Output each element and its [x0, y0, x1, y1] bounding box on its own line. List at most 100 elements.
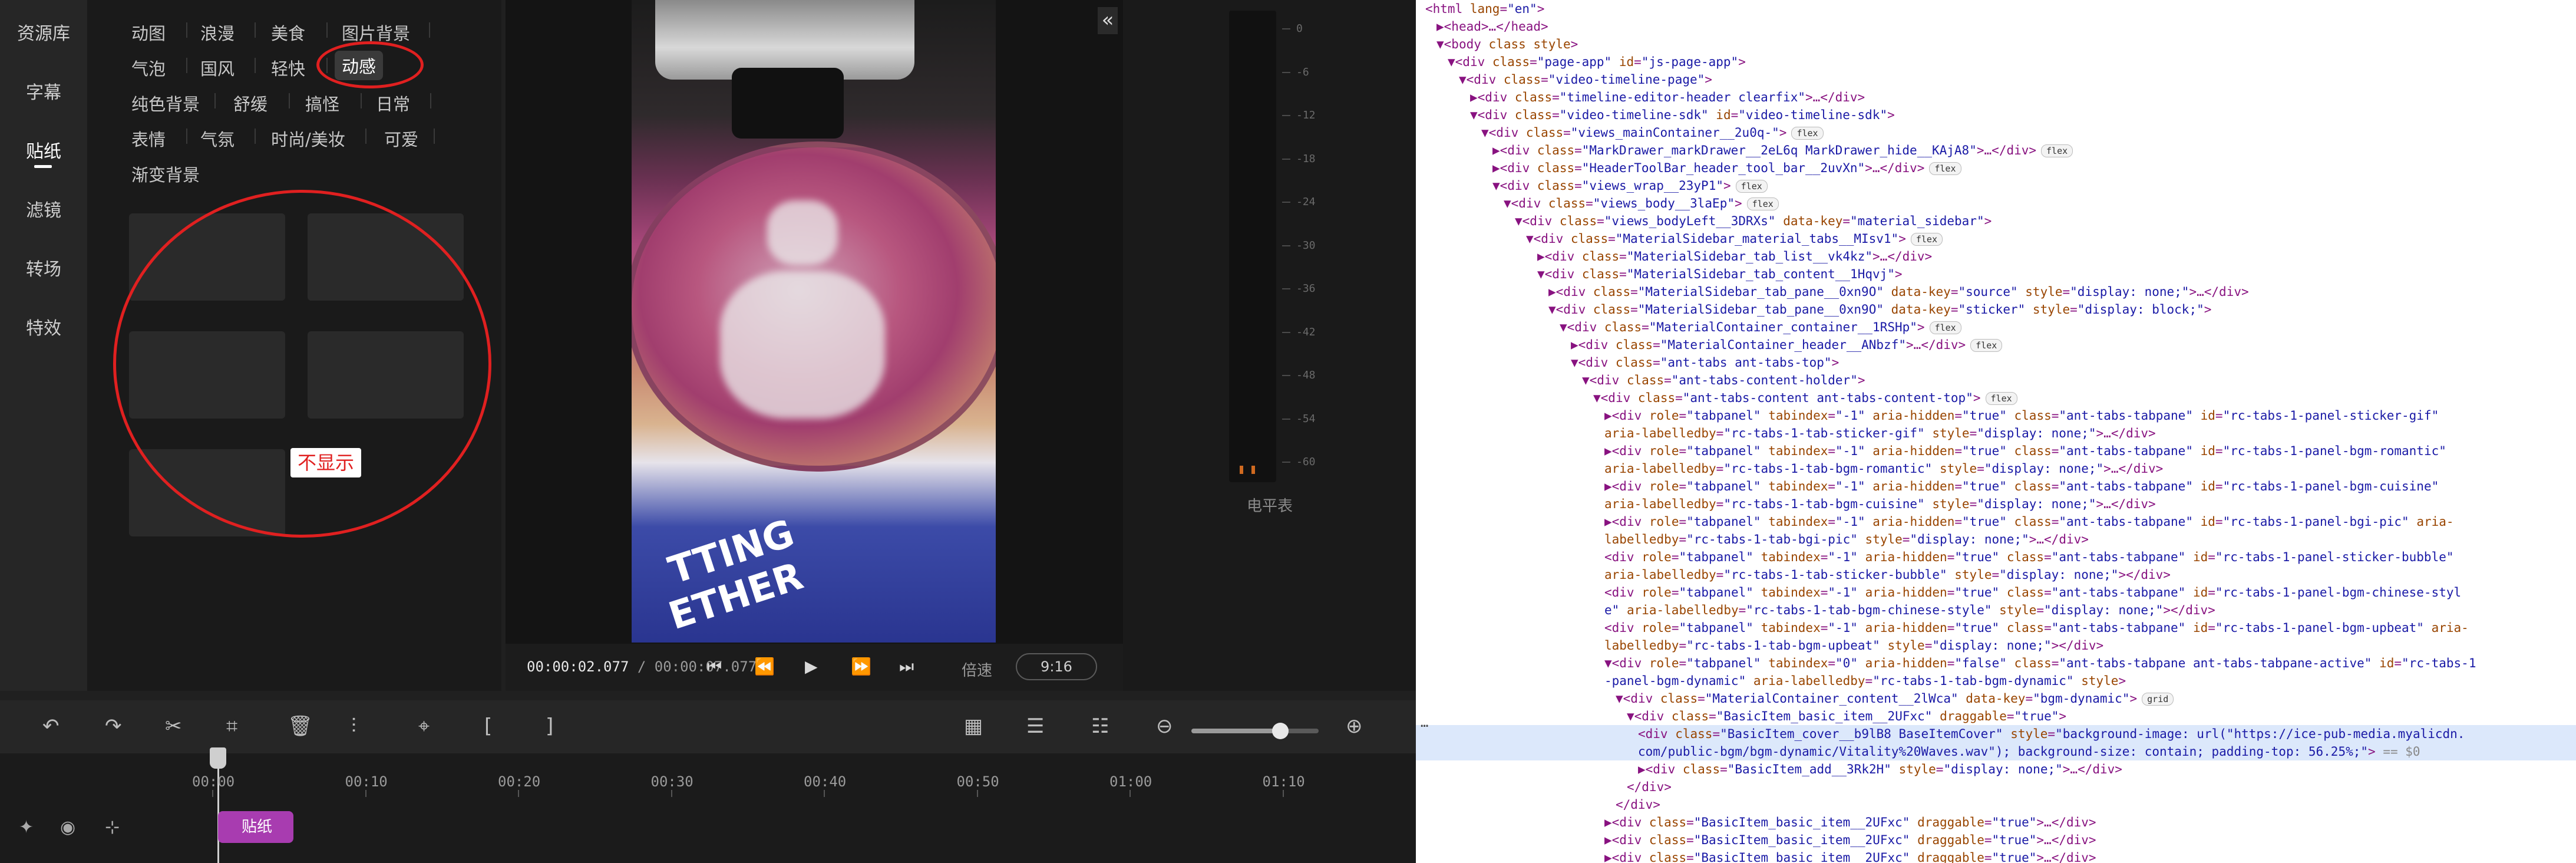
skip-start-icon[interactable]: ⏮ [707, 657, 722, 677]
dom-node[interactable]: ▼<div class="views_bodyLeft__3DRXs" data… [1416, 212, 2576, 230]
category-solid-bg[interactable]: 纯色背景 [131, 91, 200, 116]
category-gradient-bg[interactable]: 渐变背景 [131, 162, 200, 186]
dom-node[interactable]: ▼<body class style> [1416, 35, 2576, 53]
nav-item-filter[interactable]: 滤镜 [0, 196, 87, 222]
timeline[interactable] [0, 753, 1416, 863]
nav-item-sticker[interactable]: 贴纸 [0, 137, 87, 163]
dom-node[interactable]: ▼<div class="views_body__3laEp"> flex [1416, 195, 2576, 212]
dom-node[interactable]: ▶<div class="BasicItem_basic_item__2UFxc… [1416, 849, 2576, 863]
category-upbeat[interactable]: 轻快 [271, 55, 305, 80]
list-view-icon[interactable]: ☰ [1026, 714, 1044, 738]
in-point-icon[interactable]: [ [484, 714, 492, 738]
dom-node[interactable]: ▶<div class="timeline-editor-header clea… [1416, 88, 2576, 106]
category-cute[interactable]: 可爱 [384, 126, 418, 151]
dom-node[interactable]: <div role="tabpanel" tabindex="-1" aria-… [1416, 619, 2576, 637]
sticker-clip[interactable]: 贴纸 [218, 811, 293, 843]
category-atmosphere[interactable]: 气氛 [200, 126, 235, 151]
video-frame[interactable]: TTING ETHER [632, 0, 996, 643]
skip-end-icon[interactable]: ⏭ [899, 657, 914, 677]
dom-node[interactable]: ▶<div role="tabpanel" tabindex="-1" aria… [1416, 442, 2576, 460]
dom-node[interactable]: aria-labelledby="rc-tabs-1-tab-sticker-g… [1416, 424, 2576, 442]
dom-node[interactable]: ▶<div role="tabpanel" tabindex="-1" aria… [1416, 477, 2576, 495]
dom-node[interactable]: ▼<div class="views_wrap__23yP1"> flex [1416, 177, 2576, 195]
dom-node[interactable]: <div role="tabpanel" tabindex="-1" aria-… [1416, 548, 2576, 566]
dom-node[interactable]: ▼<div class="views_mainContainer__2u0q-"… [1416, 124, 2576, 141]
category-bubble[interactable]: 气泡 [131, 55, 166, 80]
cut-icon[interactable]: ✂ [165, 714, 182, 738]
out-point-icon[interactable]: ] [546, 714, 553, 738]
dom-node[interactable]: </div> [1416, 796, 2576, 813]
category-cuisine[interactable]: 美食 [271, 20, 305, 45]
dom-node[interactable]: aria-labelledby="rc-tabs-1-tab-sticker-b… [1416, 566, 2576, 584]
dom-node[interactable]: ▼<div class="MaterialSidebar_material_ta… [1416, 230, 2576, 248]
dom-node[interactable]: ▼<div class="video-timeline-page"> [1416, 71, 2576, 88]
nav-item-effect[interactable]: 特效 [0, 314, 87, 340]
dom-node[interactable]: labelledby="rc-tabs-1-tab-bgi-pic" style… [1416, 531, 2576, 548]
rewind-icon[interactable]: ⏪ [754, 657, 775, 676]
dom-node[interactable]: ▼<div class="video-timeline-sdk" id="vid… [1416, 106, 2576, 124]
dom-node[interactable]: ▼<div class="MaterialContainer_content__… [1416, 690, 2576, 707]
more-options-icon[interactable]: … [1421, 716, 1428, 730]
dom-node[interactable]: <html lang="en"> [1416, 0, 2576, 18]
dom-node[interactable]: ▼<div class="ant-tabs-content ant-tabs-c… [1416, 389, 2576, 407]
collapse-panel-button[interactable]: « [1098, 7, 1118, 34]
dom-node[interactable]: ▼<div class="MaterialSidebar_tab_content… [1416, 265, 2576, 283]
nav-item-transition[interactable]: 转场 [0, 255, 87, 281]
dom-node[interactable]: -panel-bgm-dynamic" aria-labelledby="rc-… [1416, 672, 2576, 690]
aspect-ratio-button[interactable]: 9:16 [1016, 653, 1097, 680]
dom-node[interactable]: ▼<div class="MaterialSidebar_tab_pane__0… [1416, 301, 2576, 318]
category-fashion[interactable]: 时尚/美妆 [271, 126, 345, 151]
dom-node[interactable]: ▼<div class="page-app" id="js-page-app"> [1416, 53, 2576, 71]
dom-node[interactable]: ▶<div role="tabpanel" tabindex="-1" aria… [1416, 407, 2576, 424]
category-soothing[interactable]: 舒缓 [233, 91, 267, 116]
dom-node[interactable]: </div> [1416, 778, 2576, 796]
dom-node[interactable]: ▶<div class="MaterialSidebar_tab_list__v… [1416, 248, 2576, 265]
audio-split-icon[interactable]: ⫶ [351, 714, 356, 738]
dom-node[interactable]: ▶<div class="BasicItem_add__3Rk2H" style… [1416, 760, 2576, 778]
category-funny[interactable]: 搞怪 [305, 91, 339, 116]
dom-node[interactable]: ▼<div role="tabpanel" tabindex="0" aria-… [1416, 654, 2576, 672]
undo-icon[interactable]: ↶ [42, 714, 60, 738]
eye-icon[interactable]: ◉ [60, 817, 75, 838]
zoom-in-icon[interactable]: ⊕ [1346, 714, 1363, 738]
nav-item-library[interactable]: 资源库 [0, 19, 87, 45]
dom-node[interactable]: ▼<div class="ant-tabs-content-holder"> [1416, 371, 2576, 389]
category-gif[interactable]: 动图 [131, 20, 166, 45]
dom-node[interactable]: <div role="tabpanel" tabindex="-1" aria-… [1416, 584, 2576, 601]
category-chinese-style[interactable]: 国风 [200, 55, 235, 80]
grid-view-icon[interactable]: ☷ [1091, 714, 1109, 738]
pin-icon[interactable]: ✦ [19, 817, 34, 838]
delete-icon[interactable]: 🗑 [288, 714, 313, 738]
dom-node[interactable]: ▶<div class="MaterialSidebar_tab_pane__0… [1416, 283, 2576, 301]
category-emoji[interactable]: 表情 [131, 126, 166, 151]
fast-forward-icon[interactable]: ⏩ [851, 657, 871, 676]
dom-node[interactable]: ▶<div class="BasicItem_basic_item__2UFxc… [1416, 813, 2576, 831]
speed-button[interactable]: 倍速 [962, 658, 992, 680]
marker-icon[interactable]: ⌖ [418, 714, 430, 738]
dom-node[interactable]: aria-labelledby="rc-tabs-1-tab-bgm-roman… [1416, 460, 2576, 477]
dom-node[interactable]: ▶<head>…</head> [1416, 18, 2576, 35]
nav-item-subtitle[interactable]: 字幕 [0, 78, 87, 104]
dom-node[interactable]: ▼<div class="ant-tabs ant-tabs-top"> [1416, 354, 2576, 371]
redo-icon[interactable]: ↷ [105, 714, 122, 738]
category-romantic[interactable]: 浪漫 [200, 20, 235, 45]
play-icon[interactable]: ▶ [805, 657, 818, 676]
zoom-slider-handle[interactable] [1272, 723, 1289, 739]
dom-node[interactable]: ▶<div class="MaterialContainer_header__A… [1416, 336, 2576, 354]
zoom-out-icon[interactable]: ⊖ [1156, 714, 1173, 738]
dom-node[interactable]: ▼<div class="BasicItem_basic_item__2UFxc… [1416, 707, 2576, 725]
category-daily[interactable]: 日常 [376, 91, 410, 116]
split-icon[interactable]: ⊹ [105, 817, 120, 838]
track-view-icon[interactable]: ▦ [964, 714, 983, 738]
crop-icon[interactable]: ⌗ [226, 714, 237, 738]
dom-node[interactable]: aria-labelledby="rc-tabs-1-tab-bgm-cuisi… [1416, 495, 2576, 513]
dom-node[interactable]: ▶<div class="BasicItem_basic_item__2UFxc… [1416, 831, 2576, 849]
dom-node[interactable]: e" aria-labelledby="rc-tabs-1-tab-bgm-ch… [1416, 601, 2576, 619]
dom-node[interactable]: ▶<div class="HeaderToolBar_header_tool_b… [1416, 159, 2576, 177]
dom-node[interactable]: ▼<div class="MaterialContainer_container… [1416, 318, 2576, 336]
dom-node-selected[interactable]: com/public-bgm/bgm-dynamic/Vitality%20Wa… [1416, 743, 2576, 760]
dom-node-selected[interactable]: <div class="BasicItem_cover__b9lB8 BaseI… [1416, 725, 2576, 743]
dom-node[interactable]: labelledby="rc-tabs-1-tab-bgm-upbeat" st… [1416, 637, 2576, 654]
dom-node[interactable]: ▶<div role="tabpanel" tabindex="-1" aria… [1416, 513, 2576, 531]
dom-node[interactable]: ▶<div class="MarkDrawer_markDrawer__2eL6… [1416, 141, 2576, 159]
